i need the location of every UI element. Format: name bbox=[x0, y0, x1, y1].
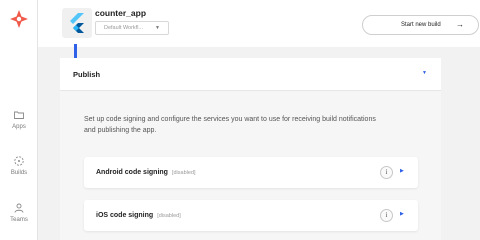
sidebar-item-teams[interactable]: Teams bbox=[0, 202, 38, 223]
start-new-build-button[interactable]: Start new build → bbox=[362, 15, 479, 35]
sidebar-item-label: Apps bbox=[12, 124, 26, 130]
workflow-select[interactable]: Default Workfl... ▼ bbox=[95, 21, 169, 35]
app-name: counter_app bbox=[95, 8, 147, 18]
sidebar-item-builds[interactable]: Builds bbox=[0, 155, 38, 176]
publish-title: Publish bbox=[73, 70, 101, 79]
android-code-signing-row[interactable]: Android code signing [disabled] i ▶ bbox=[84, 157, 418, 188]
caret-right-icon[interactable]: ▶ bbox=[400, 168, 404, 174]
publish-description: Set up code signing and configure the se… bbox=[84, 116, 376, 134]
start-new-build-label: Start new build bbox=[401, 22, 441, 28]
team-icon bbox=[14, 203, 24, 213]
info-icon[interactable]: i bbox=[380, 209, 393, 222]
ios-code-signing-row[interactable]: iOS code signing [disabled] i ▶ bbox=[84, 200, 418, 231]
chevron-down-icon: ▼ bbox=[155, 25, 160, 31]
status-badge: [disabled] bbox=[171, 170, 196, 176]
row-label: iOS code signing [disabled] bbox=[96, 212, 181, 219]
caret-down-icon[interactable]: ▼ bbox=[422, 70, 427, 76]
app-header: counter_app Default Workfl... ▼ Start ne… bbox=[38, 0, 480, 47]
arrow-right-icon: → bbox=[456, 20, 464, 29]
codemagic-logo[interactable] bbox=[9, 9, 29, 29]
row-label-text: Android code signing bbox=[96, 169, 168, 176]
folder-icon bbox=[14, 111, 24, 119]
info-icon[interactable]: i bbox=[380, 166, 393, 179]
workflow-select-value: Default Workfl... bbox=[104, 25, 144, 31]
caret-right-icon[interactable]: ▶ bbox=[400, 211, 404, 217]
sidebar-item-label: Teams bbox=[10, 217, 28, 223]
publish-panel-header[interactable]: Publish ▼ bbox=[60, 58, 441, 91]
row-label-text: iOS code signing bbox=[96, 212, 154, 219]
flutter-app-icon bbox=[62, 8, 92, 38]
sidebar-item-apps[interactable]: Apps bbox=[0, 109, 38, 130]
builds-icon bbox=[14, 156, 24, 166]
active-tab-indicator bbox=[74, 44, 77, 58]
status-badge: [disabled] bbox=[157, 213, 181, 219]
flutter-logo-icon bbox=[70, 13, 84, 33]
row-label: Android code signing [disabled] bbox=[96, 169, 196, 176]
sidebar: Apps Builds Teams bbox=[0, 0, 38, 240]
sidebar-item-label: Builds bbox=[10, 170, 28, 176]
